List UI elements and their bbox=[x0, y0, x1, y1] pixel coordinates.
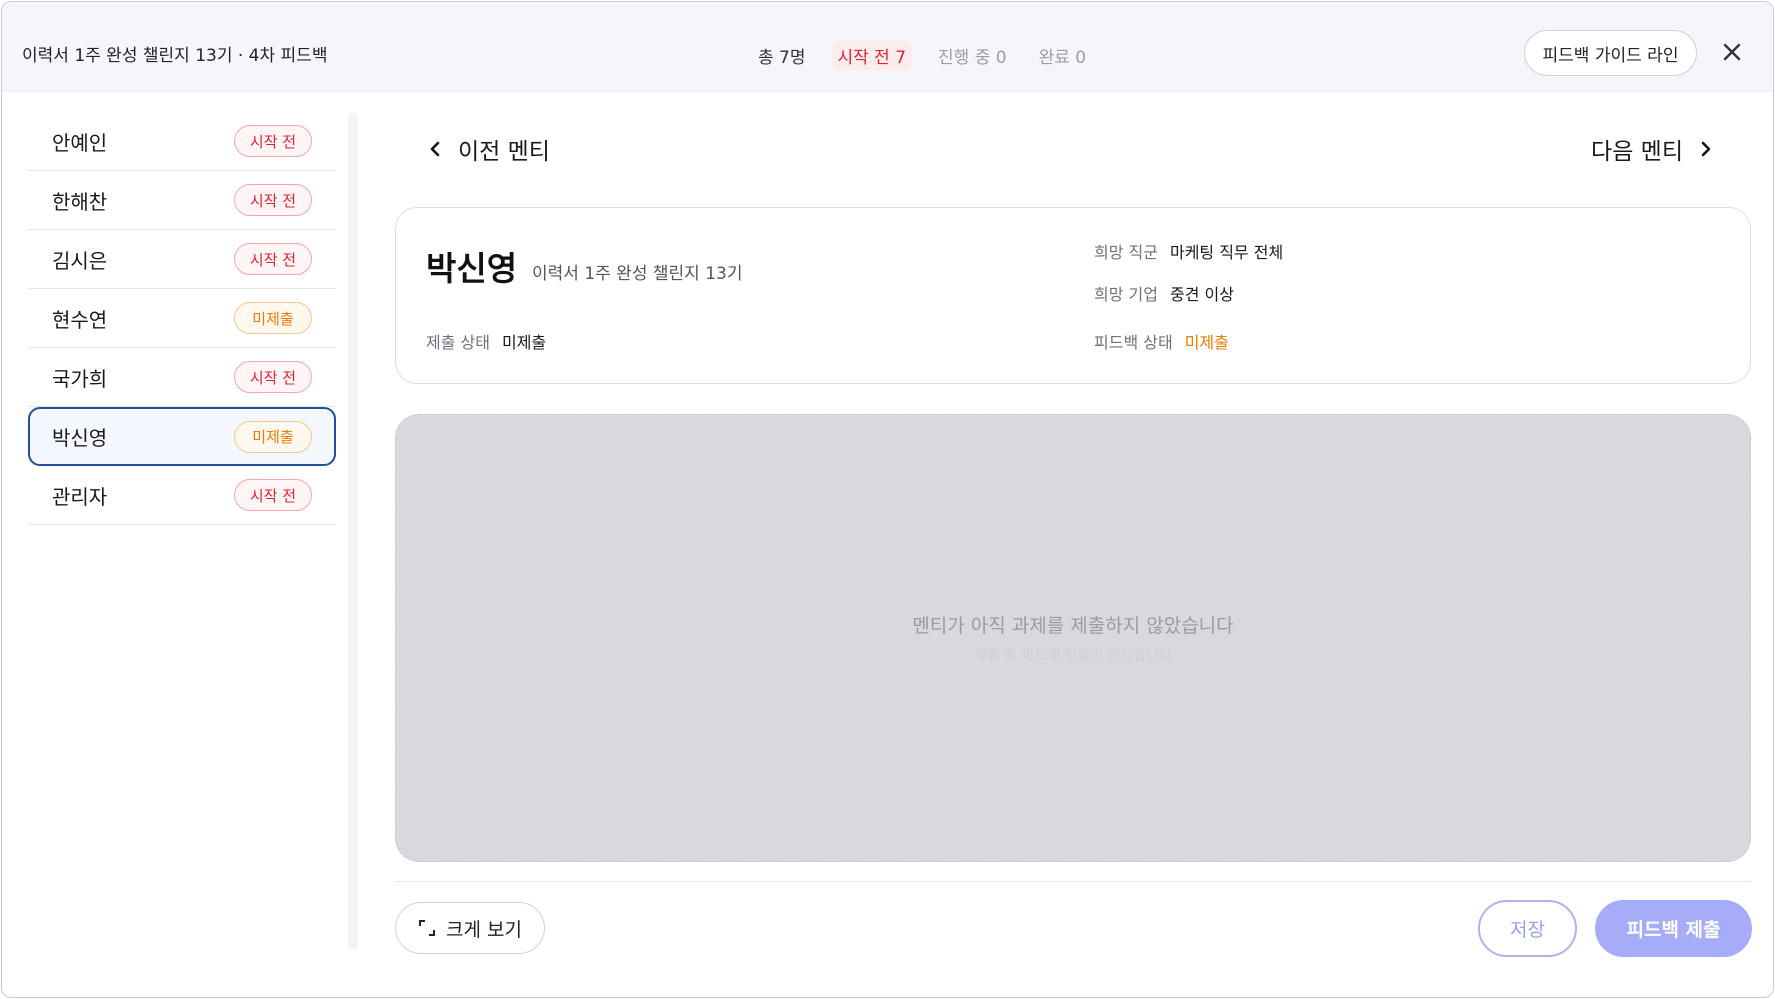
status-badge: 시작 전 bbox=[234, 361, 312, 393]
status-badge: 미제출 bbox=[234, 420, 312, 453]
feedback-status-row: 피드백 상태 미제출 bbox=[1094, 329, 1229, 353]
empty-state-subtext: 제출 후 피드백 작성이 가능합니다 bbox=[973, 648, 1173, 664]
modal-title: 이력서 1주 완성 챌린지 13기 · 4차 피드백 bbox=[22, 46, 328, 66]
mentee-course: 이력서 1주 완성 챌린지 13기 bbox=[532, 264, 743, 284]
sidebar-item-1[interactable]: 안예인 시작 전 bbox=[28, 112, 336, 171]
desired-job-value: 마케팅 직무 전체 bbox=[1169, 243, 1284, 262]
expand-view-button[interactable]: 크게 보기 bbox=[395, 902, 545, 954]
empty-state-message: 멘티가 아직 과제를 제출하지 않았습니다 bbox=[912, 615, 1234, 637]
close-icon[interactable] bbox=[1720, 40, 1744, 64]
footer-divider bbox=[395, 881, 1751, 882]
stat-completed[interactable]: 완료 0 bbox=[1039, 43, 1087, 68]
mentee-list-name: 한해찬 bbox=[52, 189, 108, 214]
mentee-list: 안예인 시작 전 한해찬 시작 전 김시은 시작 전 현수연 미제출 국가희 시작 전 박신영 미제출… bbox=[28, 112, 336, 525]
feedback-status-value: 미제출 bbox=[1184, 333, 1229, 352]
desired-company-value: 중견 이상 bbox=[1169, 285, 1234, 304]
mentee-list-name: 국가희 bbox=[52, 366, 108, 391]
mentee-list-name: 현수연 bbox=[52, 307, 108, 332]
next-mentee-button[interactable]: 다음 멘티 bbox=[1591, 132, 1713, 166]
feedback-status-label: 피드백 상태 bbox=[1094, 333, 1173, 352]
status-badge: 시작 전 bbox=[234, 243, 312, 275]
stat-not-started[interactable]: 시작 전 7 bbox=[831, 41, 913, 70]
mentee-list-name: 박신영 bbox=[52, 426, 108, 450]
save-button[interactable]: 저장 bbox=[1478, 900, 1577, 957]
submission-viewer: 멘티가 아직 과제를 제출하지 않았습니다 제출 후 피드백 작성이 가능합니다 bbox=[395, 414, 1751, 862]
prev-mentee-button[interactable]: 이전 멘티 bbox=[428, 132, 550, 166]
expand-icon bbox=[419, 920, 436, 936]
prev-mentee-label: 이전 멘티 bbox=[458, 139, 550, 165]
sidebar-item-4[interactable]: 현수연 미제출 bbox=[28, 289, 336, 348]
next-mentee-label: 다음 멘티 bbox=[1591, 139, 1683, 165]
status-badge: 미제출 bbox=[234, 302, 312, 334]
chevron-right-icon bbox=[1701, 141, 1711, 157]
sidebar-scrollbar[interactable] bbox=[348, 112, 358, 950]
mentee-list-name: 관리자 bbox=[52, 484, 108, 509]
chevron-left-icon bbox=[430, 141, 440, 157]
desired-company-row: 희망 기업 중견 이상 bbox=[1094, 281, 1234, 305]
status-badge: 시작 전 bbox=[234, 125, 312, 157]
desired-job-row: 희망 직군 마케팅 직무 전체 bbox=[1094, 239, 1283, 263]
sidebar-item-3[interactable]: 김시은 시작 전 bbox=[28, 230, 336, 289]
mentee-info-card: 박신영 이력서 1주 완성 챌린지 13기 제출 상태 미제출 희망 직군 마케… bbox=[395, 207, 1751, 384]
stat-in-progress[interactable]: 진행 중 0 bbox=[938, 43, 1007, 68]
submit-status-label: 제출 상태 bbox=[426, 333, 490, 352]
sidebar-item-7[interactable]: 관리자 시작 전 bbox=[28, 466, 336, 525]
status-summary: 총 7명 시작 전 7 진행 중 0 완료 0 bbox=[758, 41, 1118, 70]
feedback-guide-button[interactable]: 피드백 가이드 라인 bbox=[1524, 30, 1697, 76]
status-badge: 시작 전 bbox=[234, 184, 312, 216]
feedback-modal: 이력서 1주 완성 챌린지 13기 · 4차 피드백 총 7명 시작 전 7 진… bbox=[1, 1, 1774, 998]
submit-status-row: 제출 상태 미제출 bbox=[426, 329, 546, 353]
status-badge: 시작 전 bbox=[234, 479, 312, 511]
desired-company-label: 희망 기업 bbox=[1094, 285, 1158, 304]
sidebar-item-6[interactable]: 박신영 미제출 bbox=[28, 407, 336, 466]
sidebar-item-5[interactable]: 국가희 시작 전 bbox=[28, 348, 336, 407]
submit-status-value: 미제출 bbox=[501, 333, 547, 352]
desired-job-label: 희망 직군 bbox=[1094, 243, 1158, 262]
mentee-list-name: 안예인 bbox=[52, 130, 108, 155]
stat-total: 총 7명 bbox=[758, 48, 806, 68]
mentee-list-name: 김시은 bbox=[52, 248, 108, 273]
modal-header: 이력서 1주 완성 챌린지 13기 · 4차 피드백 총 7명 시작 전 7 진… bbox=[2, 2, 1773, 92]
mentee-name: 박신영 bbox=[426, 249, 518, 288]
expand-view-label: 크게 보기 bbox=[446, 918, 522, 941]
submit-feedback-button[interactable]: 피드백 제출 bbox=[1595, 900, 1752, 957]
sidebar-item-2[interactable]: 한해찬 시작 전 bbox=[28, 171, 336, 230]
